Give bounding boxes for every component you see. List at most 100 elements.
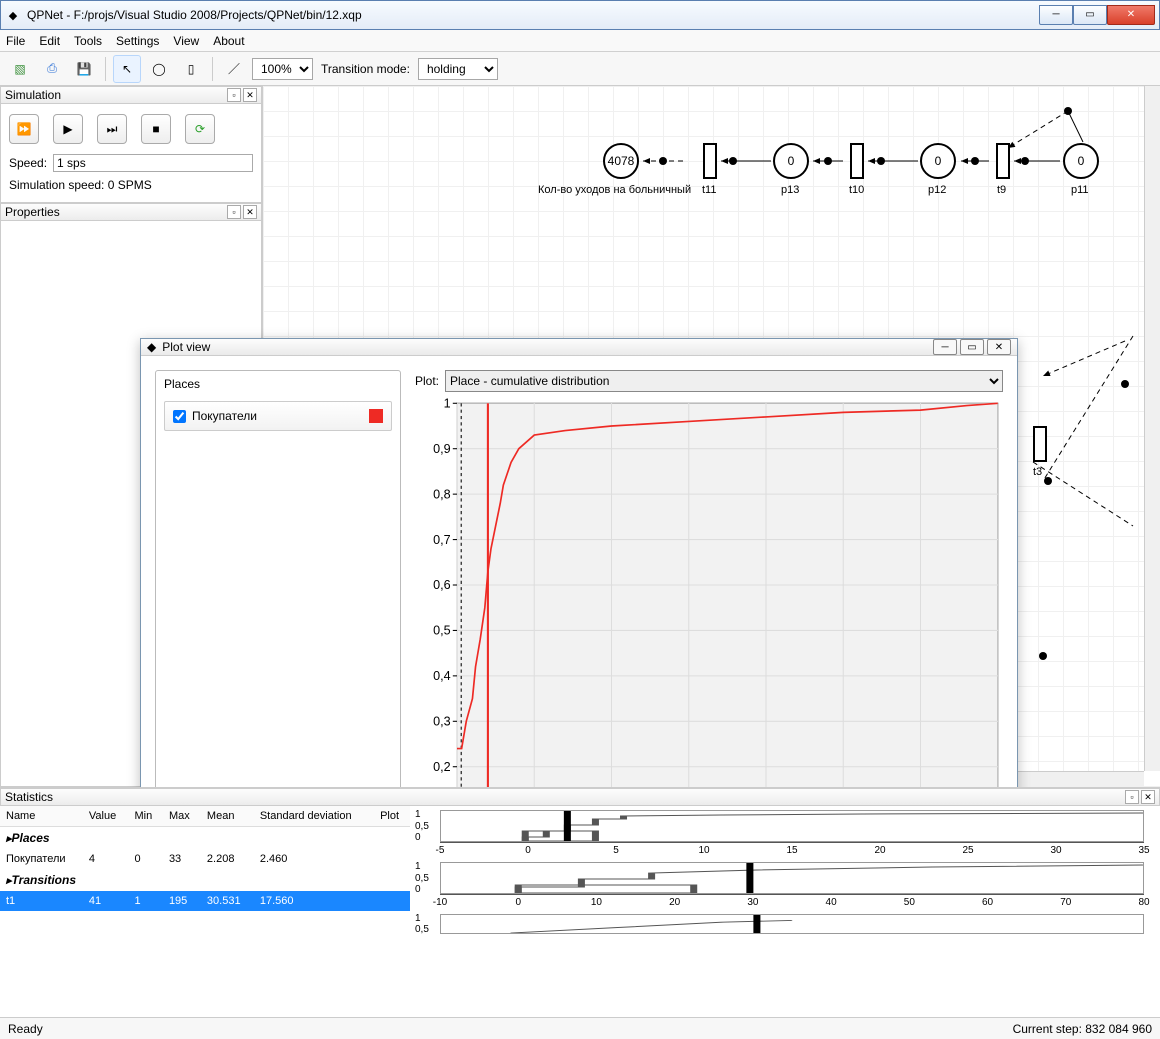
menu-edit[interactable]: Edit	[39, 34, 60, 48]
menu-about[interactable]: About	[213, 34, 244, 48]
zoom-select[interactable]: 100%	[252, 58, 313, 80]
pointer-icon: ↖	[122, 62, 132, 76]
new-button[interactable]: ▧	[6, 55, 34, 83]
table-row[interactable]: Покупатели4 033 2.2082.460	[0, 849, 410, 869]
printer-icon: ⎙	[47, 61, 57, 76]
col-sd[interactable]: Standard deviation	[254, 806, 374, 827]
arc-dot	[1121, 380, 1129, 388]
plot-series-item[interactable]: Покупатели	[164, 401, 392, 431]
transition-tool[interactable]: ▯	[177, 55, 205, 83]
close-panel-button[interactable]: ✕	[243, 88, 257, 102]
svg-text:0,5: 0,5	[433, 624, 451, 638]
svg-text:0,2: 0,2	[433, 760, 451, 774]
close-button[interactable]: ✕	[987, 339, 1011, 355]
arc-dot	[659, 157, 667, 165]
mode-label: Transition mode:	[321, 62, 410, 76]
place-node[interactable]: 4078	[603, 143, 639, 179]
refresh-button[interactable]: ⟳	[185, 114, 215, 144]
close-panel-button[interactable]: ✕	[1141, 790, 1155, 804]
simulation-panel: ⏩ ▶ ⏭ ■ ⟳ Speed: Simulation speed: 0 SPM…	[0, 104, 262, 203]
statistics-panel: Name Value Min Max Mean Standard deviati…	[0, 806, 1160, 1017]
col-value[interactable]: Value	[83, 806, 129, 827]
arc-dot	[824, 157, 832, 165]
arc-tool[interactable]: ／	[220, 55, 248, 83]
place-node[interactable]: 0	[773, 143, 809, 179]
svg-text:0,8: 0,8	[433, 487, 451, 501]
save-button[interactable]: 💾	[70, 55, 98, 83]
place-tool[interactable]: ◯	[145, 55, 173, 83]
transition-node[interactable]	[996, 143, 1010, 179]
col-min[interactable]: Min	[128, 806, 162, 827]
speed-input[interactable]	[53, 154, 253, 172]
refresh-icon: ⟳	[195, 122, 205, 136]
step-button[interactable]: ⏭	[97, 114, 127, 144]
plot-type-select[interactable]: Place - cumulative distribution	[445, 370, 1003, 392]
series-checkbox[interactable]	[173, 410, 186, 423]
svg-text:0,9: 0,9	[433, 442, 451, 456]
stop-icon: ■	[152, 122, 159, 136]
plot-places-label: Places	[164, 377, 392, 391]
minimize-button[interactable]: ─	[933, 339, 957, 355]
plot-view-window: ◆ Plot view ─ ▭ ✕ Places Покупатели	[140, 338, 1018, 787]
transition-node[interactable]	[703, 143, 717, 179]
separator	[105, 57, 106, 81]
svg-text:0,3: 0,3	[433, 714, 451, 728]
menu-tools[interactable]: Tools	[74, 34, 102, 48]
series-color-swatch	[369, 409, 383, 423]
window-title: QPNet - F:/projs/Visual Studio 2008/Proj…	[27, 8, 1039, 22]
transition-node[interactable]	[1033, 426, 1047, 462]
status-step: Current step: 832 084 960	[1013, 1022, 1152, 1036]
stop-button[interactable]: ■	[141, 114, 171, 144]
minimize-button[interactable]: ─	[1039, 5, 1073, 25]
col-plot[interactable]: Plot	[374, 806, 410, 827]
maximize-button[interactable]: ▭	[1073, 5, 1107, 25]
line-icon: ／	[228, 60, 240, 77]
table-row[interactable]: t141 1195 30.53117.560	[0, 891, 410, 911]
transition-node[interactable]	[850, 143, 864, 179]
new-icon: ▧	[14, 62, 25, 76]
menu-file[interactable]: File	[6, 34, 25, 48]
place-node[interactable]: 0	[920, 143, 956, 179]
dock-button[interactable]: ▫	[227, 205, 241, 219]
menu-settings[interactable]: Settings	[116, 34, 159, 48]
place-label: p12	[928, 184, 946, 196]
plot-view-titlebar[interactable]: ◆ Plot view ─ ▭ ✕	[141, 339, 1017, 356]
window-titlebar: ◆ QPNet - F:/projs/Visual Studio 2008/Pr…	[0, 0, 1160, 30]
close-button[interactable]: ✕	[1107, 5, 1155, 25]
toolbar: ▧ ⎙ 💾 ↖ ◯ ▯ ／ 100% Transition mode: hold…	[0, 52, 1160, 86]
floppy-icon: 💾	[77, 62, 92, 76]
arc-dot	[877, 157, 885, 165]
rect-icon: ▯	[188, 62, 195, 76]
play-icon: ▶	[63, 122, 72, 136]
col-name[interactable]: Name	[0, 806, 83, 827]
print-button[interactable]: ⎙	[38, 55, 66, 83]
transition-label: t11	[702, 184, 716, 196]
menu-view[interactable]: View	[173, 34, 199, 48]
statistics-title: Statistics	[5, 790, 53, 804]
menubar: File Edit Tools Settings View About	[0, 30, 1160, 52]
properties-title: Properties	[5, 205, 60, 219]
circle-icon: ◯	[152, 62, 165, 76]
col-max[interactable]: Max	[163, 806, 201, 827]
mini-plot-transitions: 10,50	[440, 862, 1144, 894]
arc-dot	[971, 157, 979, 165]
mode-select[interactable]: holding	[418, 58, 498, 80]
place-node[interactable]: 0	[1063, 143, 1099, 179]
col-mean[interactable]: Mean	[201, 806, 254, 827]
dock-button[interactable]: ▫	[1125, 790, 1139, 804]
status-ready: Ready	[8, 1022, 43, 1036]
vertical-scrollbar[interactable]	[1144, 86, 1160, 771]
place-label: p13	[781, 184, 799, 196]
speed-label: Speed:	[9, 156, 47, 170]
dock-button[interactable]: ▫	[227, 88, 241, 102]
play-button[interactable]: ▶	[53, 114, 83, 144]
arc-dot	[1021, 157, 1029, 165]
maximize-button[interactable]: ▭	[960, 339, 984, 355]
play-fast-button[interactable]: ⏩	[9, 114, 39, 144]
close-panel-button[interactable]: ✕	[243, 205, 257, 219]
pointer-tool[interactable]: ↖	[113, 55, 141, 83]
simulation-title: Simulation	[5, 88, 61, 102]
separator	[212, 57, 213, 81]
place-label: p11	[1071, 184, 1089, 196]
app-icon: ◆	[5, 7, 21, 23]
